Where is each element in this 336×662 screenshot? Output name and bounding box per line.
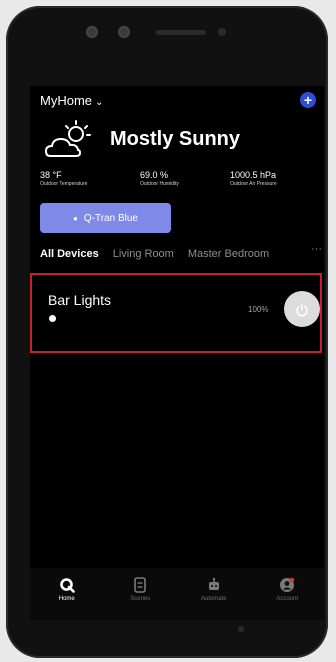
weather-summary: Mostly Sunny — [44, 118, 314, 162]
app-screen: MyHome ⌄ + Mostly Sunny 38 °F Outdoor Te… — [30, 86, 324, 620]
hub-pin-icon: ● — [73, 213, 78, 223]
hub-button[interactable]: ● Q-Tran Blue — [40, 203, 171, 233]
bottom-sensor-icon — [238, 626, 244, 632]
home-name: MyHome — [40, 93, 93, 108]
earpiece-speaker — [156, 30, 206, 35]
weather-condition: Mostly Sunny — [110, 128, 241, 150]
nav-account[interactable]: Account — [257, 576, 317, 602]
hub-button-label: Q-Tran Blue — [83, 212, 138, 224]
tab-all-devices[interactable]: All Devices — [40, 248, 99, 260]
scenes-icon — [134, 577, 147, 593]
sensor-icon — [118, 26, 130, 38]
device-level: 100% — [248, 305, 269, 314]
nav-automate[interactable]: Automate — [184, 576, 244, 602]
device-name: Bar Lights — [48, 292, 112, 308]
power-icon — [296, 304, 308, 317]
stat-label: Outdoor Temperature — [40, 181, 88, 187]
front-camera-icon — [86, 26, 98, 38]
more-tabs-icon[interactable]: ··· — [311, 243, 322, 255]
robot-icon — [208, 577, 219, 590]
stat-label: Outdoor Air Pressure — [230, 181, 277, 187]
nav-label: Home — [58, 596, 75, 602]
stat-value: 38 °F — [40, 170, 62, 180]
weather-stats: 38 °F Outdoor Temperature 69.0 % Outdoor… — [40, 170, 316, 194]
top-bar: MyHome ⌄ + — [40, 92, 316, 114]
power-toggle-button[interactable] — [284, 291, 320, 327]
nav-label: Scenes — [130, 596, 151, 602]
home-q-icon — [59, 578, 75, 593]
stat-value: 1000.5 hPa — [230, 170, 277, 180]
stat-label: Outdoor Humidity — [140, 181, 179, 187]
home-selector[interactable]: MyHome ⌄ — [40, 92, 103, 109]
partly-sunny-icon — [44, 120, 91, 157]
phone-top-bezel — [6, 6, 328, 78]
proximity-sensor-icon — [218, 28, 226, 36]
add-button[interactable]: + — [300, 92, 316, 108]
outdoor-humidity: 69.0 % Outdoor Humidity — [140, 170, 179, 187]
nav-label: Automate — [200, 596, 227, 602]
device-status-dot — [49, 315, 56, 322]
nav-home[interactable]: Home — [37, 576, 97, 602]
nav-label: Account — [276, 596, 299, 602]
stat-value: 69.0 % — [140, 170, 169, 180]
device-card[interactable]: Bar Lights 100% — [30, 273, 322, 353]
tab-living-room[interactable]: Living Room — [113, 248, 174, 260]
outdoor-air-pressure: 1000.5 hPa Outdoor Air Pressure — [230, 170, 277, 187]
outdoor-temperature: 38 °F Outdoor Temperature — [40, 170, 87, 187]
tab-master-bedroom[interactable]: Master Bedroom — [188, 248, 269, 260]
bottom-navigation: Home Scenes Automate Account — [30, 568, 324, 620]
chevron-down-icon: ⌄ — [95, 97, 104, 108]
nav-scenes[interactable]: Scenes — [110, 576, 170, 602]
account-icon — [280, 577, 295, 592]
phone-frame: MyHome ⌄ + Mostly Sunny 38 °F Outdoor Te… — [6, 6, 328, 658]
room-tabs: All Devices Living Room Master Bedroom ··· — [40, 243, 324, 262]
